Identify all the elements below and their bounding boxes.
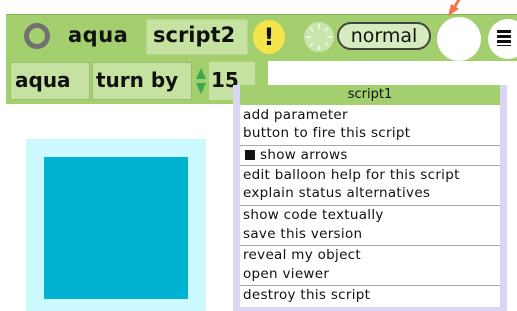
object-tile[interactable]: aqua: [10, 62, 90, 100]
script-menu-popup: script1 add parameter button to fire thi…: [233, 85, 507, 311]
aqua-sprite[interactable]: [44, 157, 188, 299]
menu-item-open-viewer[interactable]: open viewer: [243, 265, 500, 284]
round-button[interactable]: [437, 17, 481, 61]
menu-item-button-to-fire[interactable]: button to fire this script: [243, 124, 500, 143]
menu-button[interactable]: [488, 19, 517, 59]
script-header-bar: aqua script2 ! normal: [6, 14, 517, 61]
clock-icon[interactable]: [303, 21, 335, 53]
menu-item-add-parameter[interactable]: add parameter: [243, 106, 500, 125]
menu-item-label: show arrows: [260, 147, 348, 163]
menu-item-destroy-script[interactable]: destroy this script: [243, 286, 500, 305]
popup-title: script1: [240, 85, 500, 105]
pointer-arrow-icon: [448, 0, 461, 16]
menu-item-save-version[interactable]: save this version: [243, 225, 500, 244]
popup-body: script1 add parameter button to fire thi…: [240, 85, 500, 307]
status-button[interactable]: normal: [337, 22, 431, 50]
menu-item-show-code[interactable]: show code textually: [243, 206, 500, 225]
command-tile[interactable]: turn by: [92, 62, 192, 100]
menu-icon: [497, 30, 511, 46]
player-name-label: aqua: [68, 23, 129, 47]
menu-item-reveal-object[interactable]: reveal my object: [243, 246, 500, 265]
checkbox-checked-icon: [245, 150, 255, 160]
exclaim-button[interactable]: !: [253, 20, 285, 54]
circle-icon[interactable]: [24, 23, 50, 49]
stepper-arrows-icon[interactable]: [195, 67, 207, 95]
menu-item-show-arrows[interactable]: show arrows: [243, 146, 500, 165]
menu-item-explain-status[interactable]: explain status alternatives: [243, 184, 500, 203]
script-name-label[interactable]: script2: [153, 23, 235, 47]
command-tile-row[interactable]: aqua turn by 15: [6, 60, 268, 104]
menu-item-edit-balloon-help[interactable]: edit balloon help for this script: [243, 166, 500, 185]
